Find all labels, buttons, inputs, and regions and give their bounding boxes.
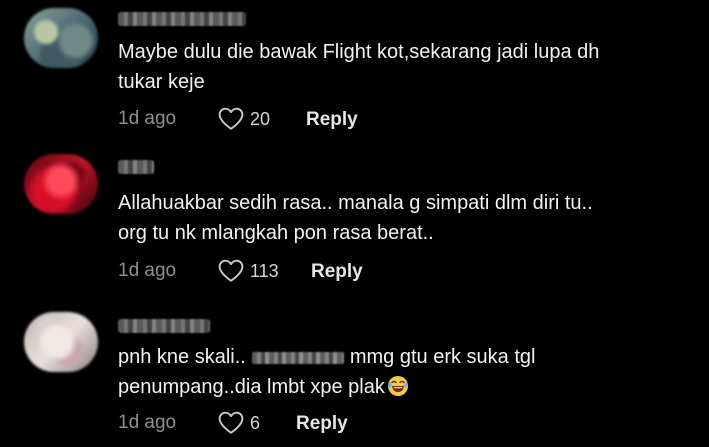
like-button[interactable]: 6 xyxy=(218,411,260,435)
comment-text-fragment: pnh kne skali.. xyxy=(118,346,246,368)
redacted-mention xyxy=(251,351,344,364)
timestamp: 1d ago xyxy=(118,260,177,281)
comment-item-3: pnh kne skali.. mmg gtu erk suka tgl penu… xyxy=(0,300,709,447)
avatar[interactable] xyxy=(24,8,98,68)
comment-item-1: Maybe dulu die bawak Flight kot,sekarang… xyxy=(0,0,709,150)
comment-text: pnh kne skali.. mmg gtu erk suka tgl penu… xyxy=(118,342,688,402)
like-count: 113 xyxy=(250,260,279,281)
avatar[interactable] xyxy=(24,312,98,372)
like-button[interactable]: 113 xyxy=(218,259,279,283)
comment-text-line: org tu nk mlangkah pon rasa berat.. xyxy=(118,222,434,244)
reply-button[interactable]: Reply xyxy=(311,261,363,283)
like-count: 6 xyxy=(250,412,261,433)
avatar[interactable] xyxy=(24,154,98,214)
comment-text-line: Maybe dulu die bawak Flight kot,sekarang… xyxy=(118,41,600,63)
comment-meta: 1d ago 20 xyxy=(118,105,270,133)
comment-text: Maybe dulu die bawak Flight kot,sekarang… xyxy=(118,37,688,97)
heart-outline-icon xyxy=(218,259,244,282)
comment-text-line: Allahuakbar sedih rasa.. manala g simpat… xyxy=(118,192,593,214)
heart-outline-icon xyxy=(218,411,244,434)
comment-text-line: tukar keje xyxy=(118,71,205,93)
username-redacted[interactable] xyxy=(118,319,210,333)
comment-item-2: Allahuakbar sedih rasa.. manala g simpat… xyxy=(0,150,709,300)
timestamp: 1d ago xyxy=(118,412,177,433)
like-count: 20 xyxy=(250,108,271,129)
comment-meta: 1d ago 113 xyxy=(118,257,279,285)
heart-outline-icon xyxy=(218,107,244,130)
reply-button[interactable]: Reply xyxy=(296,413,348,435)
comment-text-fragment: mmg gtu erk suka tgl xyxy=(349,346,536,368)
username-redacted[interactable] xyxy=(118,12,246,26)
laughing-tears-emoji-icon xyxy=(387,376,408,396)
like-button[interactable]: 20 xyxy=(218,107,270,131)
comment-meta: 1d ago 6 xyxy=(118,409,260,437)
comment-text-line: penumpang..dia lmbt xpe plak xyxy=(118,376,385,398)
reply-button[interactable]: Reply xyxy=(306,109,358,131)
comment-text: Allahuakbar sedih rasa.. manala g simpat… xyxy=(118,188,688,248)
username-redacted[interactable] xyxy=(118,160,154,174)
timestamp: 1d ago xyxy=(118,108,177,129)
